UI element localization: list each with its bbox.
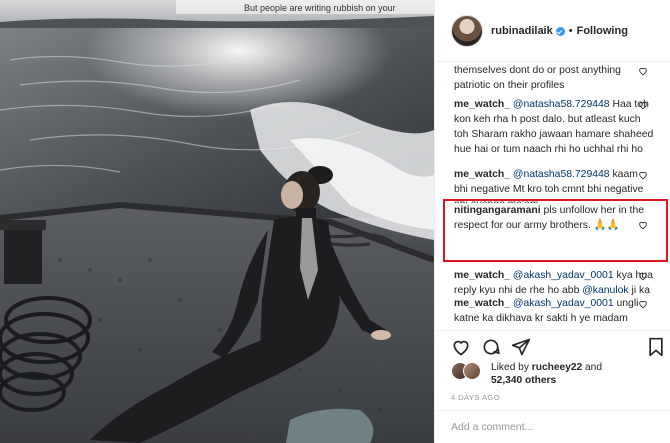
comment-mention[interactable]: @natasha58.729448: [513, 99, 610, 110]
heart-icon[interactable]: [451, 337, 471, 357]
comment-item: themselves dont do or post anything patr…: [454, 63, 654, 93]
heart-icon[interactable]: [638, 299, 648, 309]
comment-username[interactable]: me_watch_: [454, 298, 510, 309]
heart-icon[interactable]: [638, 66, 648, 76]
add-comment-input[interactable]: [451, 419, 651, 435]
liker-username[interactable]: rucheey22: [532, 362, 582, 373]
comment-item: me_watch_ @akash_yadav_0001 kya hua repl…: [454, 268, 654, 298]
header-separator: •: [568, 24, 573, 37]
likes-and: and: [582, 362, 603, 373]
post-timestamp[interactable]: 4 DAYS AGO: [451, 393, 500, 402]
avatar[interactable]: [451, 14, 483, 47]
comment-mention[interactable]: @kanulok: [582, 285, 628, 296]
comment-mention[interactable]: @natasha58.729448: [513, 169, 610, 180]
bookmark-icon[interactable]: [647, 337, 665, 357]
comment-username[interactable]: me_watch_: [454, 169, 510, 180]
likes-text: Liked by rucheey22 and 52,340 others: [491, 361, 602, 387]
comment-item-highlighted: nitingangaramani pls unfollow her in the…: [454, 203, 654, 233]
comment-icon[interactable]: [481, 337, 501, 357]
comment-text: themselves dont do or post anything patr…: [454, 65, 621, 91]
likes-summary: Liked by rucheey22 and 52,340 others: [451, 358, 661, 386]
photo-scene: [0, 0, 434, 443]
heart-icon[interactable]: [638, 100, 648, 110]
heart-icon[interactable]: [638, 170, 648, 180]
comment-username[interactable]: me_watch_: [454, 270, 510, 281]
liker-avatars: [451, 362, 483, 380]
comment-text: ji ka: [628, 285, 651, 296]
avatar[interactable]: [463, 362, 481, 380]
likes-count-link[interactable]: 52,340 others: [491, 375, 556, 386]
comments-list[interactable]: themselves dont do or post anything patr…: [435, 62, 670, 330]
post-side-panel: rubinadilaik • Following themselves dont…: [434, 0, 670, 443]
comment-username[interactable]: me_watch_: [454, 99, 510, 110]
heart-icon[interactable]: [638, 220, 648, 230]
heart-icon[interactable]: [638, 271, 648, 281]
likes-prefix: Liked by: [491, 362, 532, 373]
comment-mention[interactable]: @akash_yadav_0001: [513, 298, 614, 309]
comment-item: me_watch_ @natasha58.729448 Haa toh kon …: [454, 97, 654, 157]
verified-badge-icon: [555, 27, 565, 36]
comment-item: me_watch_ @akash_yadav_0001 ungli katne …: [454, 296, 654, 326]
add-comment-bar: [435, 410, 670, 443]
post-photo[interactable]: But people are writing rubbish on your: [0, 0, 434, 443]
username-link[interactable]: rubinadilaik: [491, 25, 553, 37]
comment-username[interactable]: nitingangaramani: [454, 205, 541, 216]
comment-mention[interactable]: @akash_yadav_0001: [513, 270, 614, 281]
photo-overlay-caption: But people are writing rubbish on your: [244, 3, 396, 13]
post-actions-bar: [435, 330, 670, 358]
following-button[interactable]: Following: [577, 25, 628, 37]
post-header: rubinadilaik • Following: [435, 0, 670, 62]
share-icon[interactable]: [511, 337, 531, 357]
